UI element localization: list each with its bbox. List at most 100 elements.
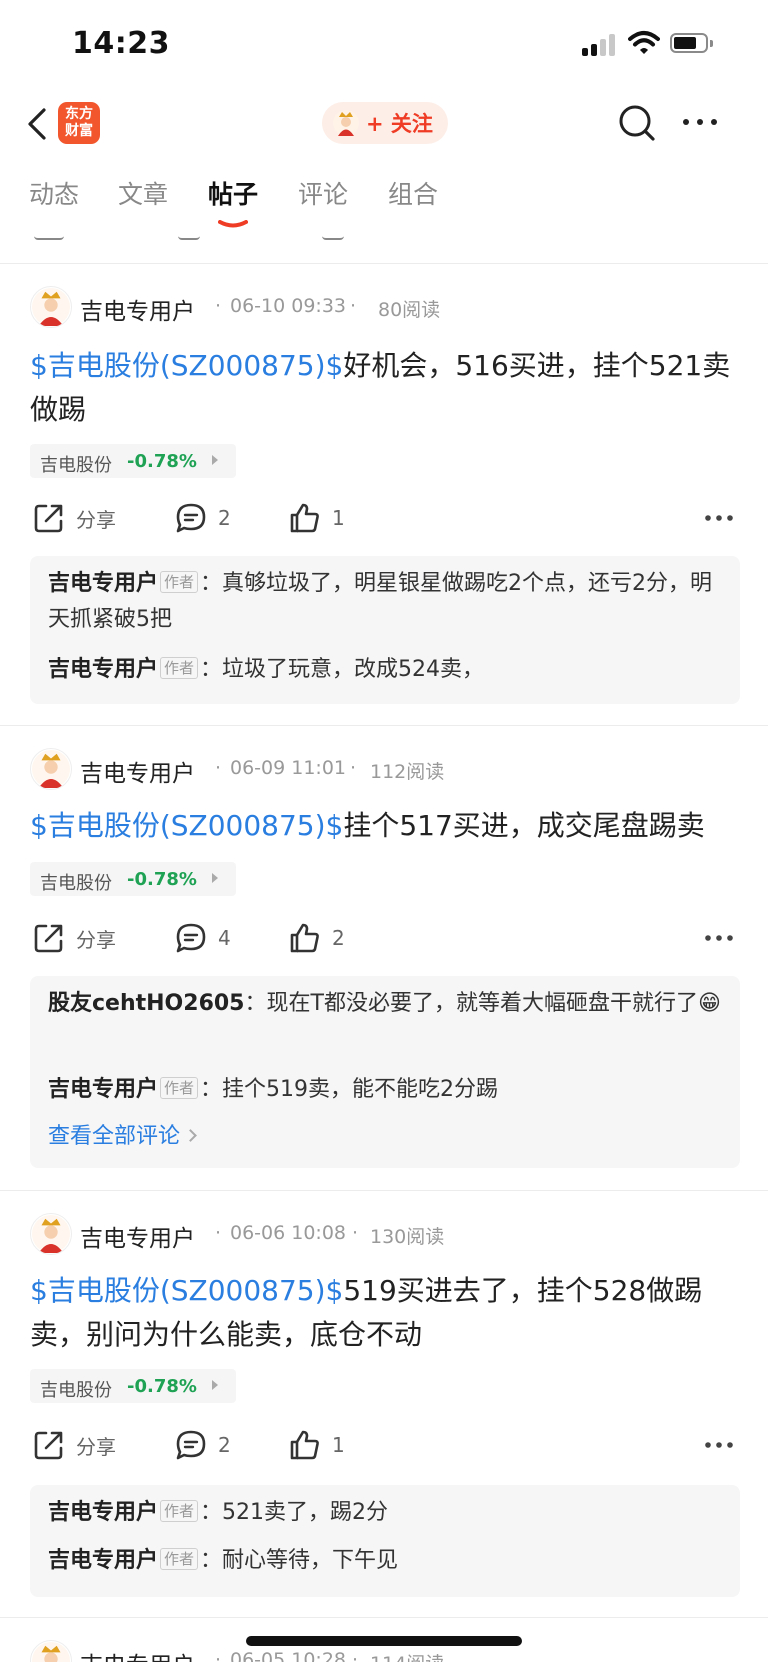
comment-preview[interactable]: 股友cehtHO2605：现在T都没必要了，就等着大幅砸盘干就行了😁 吉电专用户…: [30, 976, 740, 1168]
logo-line2: 财富: [65, 123, 93, 139]
follow-button[interactable]: + 关注: [322, 102, 448, 144]
post-datetime: 06-06 10:08: [230, 1222, 347, 1244]
share-button[interactable]: 分享: [32, 918, 116, 958]
comment-line[interactable]: 股友cehtHO2605：现在T都没必要了，就等着大幅砸盘干就行了😁: [48, 986, 722, 1022]
like-button[interactable]: 2: [288, 918, 345, 958]
comment-text: ：垃圾了玩意，改成524卖，: [200, 657, 485, 682]
search-icon[interactable]: [616, 102, 658, 144]
comment-button[interactable]: 2: [174, 1425, 231, 1465]
tab-dongtai[interactable]: 动态: [29, 175, 79, 211]
comment-user[interactable]: 吉电专用户: [48, 1548, 158, 1573]
comment-user[interactable]: 股友cehtHO2605: [48, 991, 245, 1016]
meta-dot: ·: [350, 757, 357, 779]
post-author[interactable]: 吉电专用户: [80, 292, 195, 326]
stock-chip[interactable]: 吉电股份 -0.78%: [30, 444, 236, 478]
nav-header: 东方 财富 + 关注: [0, 90, 768, 154]
stock-chip[interactable]: 吉电股份 -0.78%: [30, 1369, 236, 1403]
meta-dot: ·: [350, 295, 357, 317]
scrolled-content-fragment: [178, 234, 200, 240]
meta-dot: ·: [215, 1222, 222, 1244]
divider: [0, 725, 768, 726]
post-card[interactable]: 吉电专用户 · 06-06 10:08 · 130阅读 $吉电股份(SZ0008…: [0, 1213, 768, 1603]
post-content[interactable]: $吉电股份(SZ000875)$好机会，516买进，挂个521卖做踢: [30, 344, 742, 432]
more-icon[interactable]: [704, 934, 734, 942]
tab-pinglun[interactable]: 评论: [298, 175, 348, 211]
post-content[interactable]: $吉电股份(SZ000875)$挂个517买进，成交尾盘踢卖: [30, 804, 742, 848]
like-count: 1: [332, 506, 345, 530]
view-all-label: 查看全部评论: [48, 1124, 181, 1149]
share-button[interactable]: 分享: [32, 1425, 116, 1465]
comment-icon: [176, 503, 206, 533]
like-button[interactable]: 1: [288, 498, 345, 538]
post-reads: 112阅读: [370, 761, 445, 783]
share-icon: [34, 924, 63, 953]
chip-arrow-icon: [212, 873, 218, 883]
comment-icon: [176, 1430, 206, 1460]
profile-tabs: 动态 文章 帖子 评论 组合: [0, 175, 768, 235]
share-icon: [34, 1431, 63, 1460]
comment-preview[interactable]: 吉电专用户 作者 ：真够垃圾了，明星银星做踢吃2个点，还亏2分，明天抓紧破5把 吉电…: [30, 556, 740, 704]
more-icon[interactable]: [704, 1441, 734, 1449]
meta-dot: ·: [215, 757, 222, 779]
comment-line[interactable]: 吉电专用户 作者 ：垃圾了玩意，改成524卖，: [48, 652, 722, 688]
share-label: 分享: [76, 507, 116, 532]
stock-link[interactable]: $吉电股份(SZ000875)$: [30, 809, 343, 842]
scrolled-content-fragment: [34, 234, 64, 240]
comment-line[interactable]: 吉电专用户 作者 ：耐心等待，下午见: [48, 1543, 722, 1579]
share-label: 分享: [76, 1434, 116, 1459]
post-reads: 114阅读: [370, 1649, 444, 1662]
comment-user[interactable]: 吉电专用户: [48, 571, 158, 596]
post-actions: 分享 4 2: [0, 918, 768, 958]
view-all-comments-link[interactable]: 查看全部评论: [48, 1118, 197, 1150]
comment-preview[interactable]: 吉电专用户 作者 ：521卖了，踢2分 吉电专用户 作者 ：耐心等待，下午见: [30, 1485, 740, 1597]
avatar[interactable]: [30, 286, 72, 328]
share-button[interactable]: 分享: [32, 498, 116, 538]
stock-chip[interactable]: 吉电股份 -0.78%: [30, 862, 236, 896]
post-author[interactable]: 吉电专用户: [80, 1219, 195, 1253]
avatar[interactable]: [30, 1640, 72, 1662]
post-content[interactable]: $吉电股份(SZ000875)$519买进去了，挂个528做踢卖，别问为什么能卖…: [30, 1269, 742, 1357]
post-author[interactable]: 吉电专用户: [80, 1646, 195, 1662]
avatar[interactable]: [30, 1213, 72, 1255]
comment-count: 2: [218, 506, 231, 530]
more-options-icon[interactable]: [680, 110, 724, 134]
author-badge: 作者: [160, 1548, 199, 1570]
comment-line[interactable]: 吉电专用户 作者 ：挂个519卖，能不能吃2分踢: [48, 1072, 722, 1108]
author-badge: 作者: [160, 571, 199, 593]
author-badge: 作者: [160, 1077, 199, 1099]
comment-button[interactable]: 4: [174, 918, 231, 958]
battery-icon: [670, 33, 716, 55]
tab-tiezi[interactable]: 帖子: [208, 175, 258, 211]
post-datetime: 06-10 09:33: [230, 295, 347, 317]
tab-wenzhang[interactable]: 文章: [118, 175, 168, 211]
stock-link[interactable]: $吉电股份(SZ000875)$: [30, 349, 343, 382]
like-button[interactable]: 1: [288, 1425, 345, 1465]
post-datetime: 06-09 11:01: [230, 757, 347, 779]
comment-text: ：耐心等待，下午见: [200, 1548, 399, 1573]
thumbs-up-icon: [290, 503, 319, 533]
post-author[interactable]: 吉电专用户: [80, 754, 195, 788]
meta-dot: ·: [215, 295, 222, 317]
post-header: 吉电专用户 · 06-10 09:33 · 80阅读: [30, 286, 750, 328]
comment-user[interactable]: 吉电专用户: [48, 657, 158, 682]
comment-user[interactable]: 吉电专用户: [48, 1500, 158, 1525]
comment-icon: [176, 923, 206, 953]
avatar[interactable]: [30, 748, 72, 790]
comment-text: ：现在T都没必要了，就等着大幅砸盘干就行了😁: [244, 991, 721, 1016]
tab-zuhe[interactable]: 组合: [388, 175, 438, 211]
stock-chip-name: 吉电股份: [40, 455, 112, 476]
stock-chip-change: -0.78%: [127, 869, 197, 890]
more-icon[interactable]: [704, 514, 734, 522]
stock-link[interactable]: $吉电股份(SZ000875)$: [30, 1274, 343, 1307]
post-card[interactable]: 吉电专用户 · 06-09 11:01 · 112阅读 $吉电股份(SZ0008…: [0, 748, 768, 1168]
post-card[interactable]: 吉电专用户 · 06-10 09:33 · 80阅读 $吉电股份(SZ00087…: [0, 286, 768, 706]
comment-line[interactable]: 吉电专用户 作者 ：521卖了，踢2分: [48, 1495, 722, 1531]
home-indicator[interactable]: [246, 1636, 522, 1646]
back-arrow-icon[interactable]: [24, 104, 50, 144]
comment-line[interactable]: 吉电专用户 作者 ：真够垃圾了，明星银星做踢吃2个点，还亏2分，明天抓紧破5把: [48, 566, 722, 638]
like-count: 2: [332, 926, 345, 950]
comment-button[interactable]: 2: [174, 498, 231, 538]
author-badge: 作者: [160, 657, 199, 679]
chevron-right-icon: [184, 1129, 197, 1142]
comment-user[interactable]: 吉电专用户: [48, 1077, 158, 1102]
